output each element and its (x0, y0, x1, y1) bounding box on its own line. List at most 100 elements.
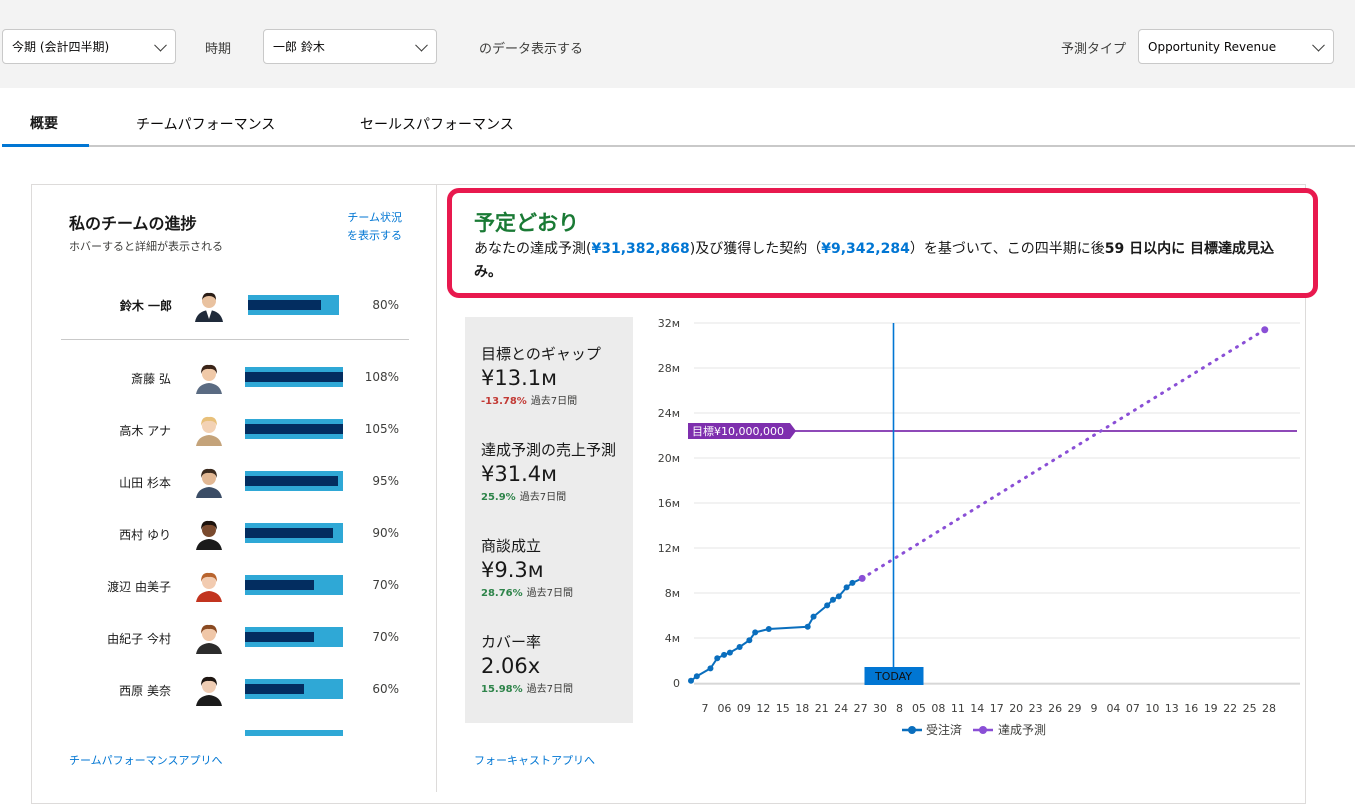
team-member-row[interactable]: 山田 杉本 95% (61, 452, 421, 498)
data-display-label: のデータ表示する (479, 42, 584, 57)
won-point (736, 644, 743, 650)
leader-divider (61, 339, 409, 340)
team-member-row[interactable]: 西原 美奈 60% (61, 660, 421, 706)
team-member-row[interactable]: 由紀子 今村 70% (61, 608, 421, 654)
status-text-part: あなたの達成予測( (474, 241, 592, 257)
won-point (693, 673, 700, 680)
x-tick-label: 24 (834, 702, 848, 715)
forecast-type-label: 予測タイプ (1061, 42, 1127, 57)
status-text-part: ）を基づいて、この四半期に後 (909, 241, 1105, 257)
period-select-value: 今期 (会計四半期) (12, 40, 110, 54)
x-tick-label: 05 (912, 702, 926, 715)
member-name: 山田 杉本 (119, 476, 171, 490)
metric-label: 達成予測の売上予測 (481, 441, 617, 459)
metric-block: 達成予測の売上予測 ¥31.4м 25.9% 過去7日間 (481, 439, 631, 503)
x-tick-label: 06 (717, 702, 731, 715)
member-progress-fill (245, 476, 339, 486)
avatar (192, 412, 226, 446)
avatar (192, 672, 226, 706)
x-tick-label: 23 (1029, 702, 1043, 715)
member-pct: 90% (372, 526, 399, 540)
won-point (804, 623, 811, 630)
member-progress-bar (245, 627, 343, 647)
leader-pct: 80% (372, 298, 399, 312)
metric-value: ¥9.3м (481, 558, 544, 582)
forecast-chart: 0 4м 8м 12м 16м 20м 24м 28м 32м 7 06 09 12 15 18 21 24 27… (658, 317, 1300, 737)
period-select[interactable]: 今期 (会計四半期) (2, 29, 176, 64)
team-member-row[interactable]: 渡辺 由美子 70% (61, 556, 421, 602)
member-progress-fill (245, 424, 343, 434)
member-name: 西原 美奈 (119, 684, 171, 698)
x-tick-label: 13 (1165, 702, 1179, 715)
y-tick-label: 16м (658, 497, 680, 510)
won-amount: ¥9,342,284 (821, 241, 910, 257)
user-select-value: 一郎 鈴木 (273, 40, 325, 54)
team-member-row[interactable]: 斎藤 弘 108% (61, 348, 421, 394)
x-tick-label: 07 (1126, 702, 1140, 715)
member-progress-bar (245, 367, 343, 387)
tab-team-performance[interactable]: チームパフォーマンス (136, 114, 275, 134)
tab-active-indicator (2, 144, 89, 147)
won-point (721, 651, 728, 658)
forecast-type-select[interactable]: Opportunity Revenue (1138, 29, 1334, 64)
metric-delta: 25.9% 過去7日間 (481, 488, 631, 503)
y-tick-label: 8м (665, 587, 680, 600)
legend-forecast-marker (979, 726, 987, 734)
chevron-down-icon (154, 38, 167, 52)
y-tick-label: 4м (665, 632, 680, 645)
user-select[interactable]: 一郎 鈴木 (263, 29, 437, 64)
team-progress-subtitle: ホバーすると詳細が表示される (69, 240, 223, 253)
avatar (192, 288, 226, 322)
team-member-list[interactable]: 斎藤 弘 108% 高木 アナ 105% 山田 杉本 95% 西村 ゆり 90%… (61, 348, 421, 736)
member-name: 西村 ゆり (119, 528, 171, 542)
won-point (707, 665, 714, 672)
member-pct: 108% (364, 370, 399, 384)
member-name: 渡辺 由美子 (107, 580, 171, 594)
won-point (714, 655, 721, 662)
y-tick-label: 32м (658, 317, 680, 330)
member-progress-bar (245, 471, 343, 491)
member-progress-fill (245, 580, 314, 590)
won-point (849, 579, 856, 586)
metric-label: カバー率 (481, 633, 542, 651)
member-progress-bar (245, 419, 343, 439)
leader-progress-fill (248, 300, 321, 310)
leader-name: 鈴木 一郎 (119, 299, 172, 313)
member-progress-bar (245, 575, 343, 595)
metric-delta-value: -13.78% (481, 396, 527, 407)
team-performance-app-link[interactable]: チームパフォーマンスアプリへ (69, 752, 222, 768)
status-text-part: 。 (488, 264, 502, 280)
member-progress-bar (245, 523, 343, 543)
metric-delta: 28.76% 過去7日間 (481, 584, 631, 599)
y-tick-label: 28м (658, 362, 680, 375)
x-tick-label: 15 (776, 702, 790, 715)
view-team-status-link[interactable]: チーム状況 を表示する (336, 209, 402, 245)
member-pct: 70% (372, 630, 399, 644)
team-member-row[interactable]: 高木 アナ 105% (61, 400, 421, 446)
status-text: あなたの達成予測(¥31,382,868)及び獲得した契約（¥9,342,284… (474, 238, 1299, 284)
won-point (843, 584, 850, 591)
won-point (726, 649, 733, 656)
tab-sales-performance[interactable]: セールスパフォーマンス (360, 114, 514, 134)
won-point (688, 677, 694, 684)
forecast-app-link[interactable]: フォーキャストアプリへ (474, 752, 595, 768)
x-tick-label: 30 (873, 702, 887, 715)
member-progress-fill (245, 528, 334, 538)
view-team-status-link-line2: を表示する (347, 229, 402, 242)
metric-period: 過去7日間 (530, 396, 578, 407)
won-point (765, 626, 772, 632)
forecast-point (1261, 326, 1269, 334)
x-tick-label: 20 (1009, 702, 1023, 715)
panel-divider (436, 185, 437, 792)
won-series-line (690, 577, 863, 682)
team-member-row[interactable]: 西村 ゆり 90% (61, 504, 421, 550)
x-tick-label: 27 (854, 702, 868, 715)
x-tick-label: 11 (951, 702, 965, 715)
tab-divider (2, 145, 1355, 147)
x-tick-label: 19 (1204, 702, 1218, 715)
legend-won-marker (908, 726, 916, 734)
won-point (810, 613, 817, 620)
tab-overview[interactable]: 概要 (30, 113, 58, 133)
metric-block: 目標とのギャップ ¥13.1м -13.78% 過去7日間 (481, 343, 631, 407)
x-tick-label: 21 (815, 702, 829, 715)
